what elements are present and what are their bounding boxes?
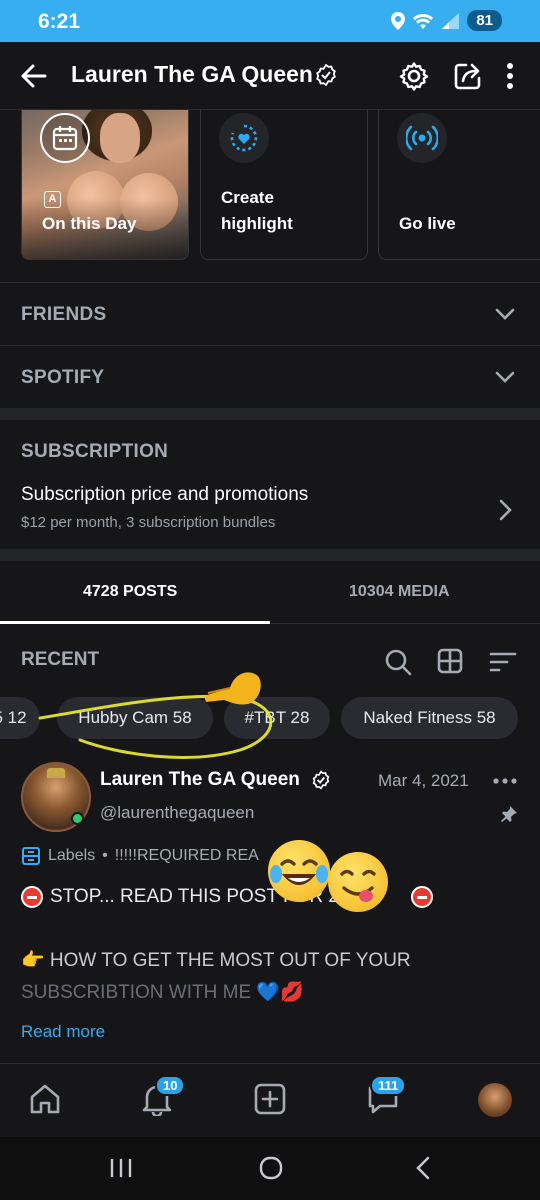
online-status-dot — [71, 812, 84, 825]
friends-section[interactable]: FRIENDS — [0, 282, 540, 345]
subscription-title: Subscription price and promotions — [21, 484, 309, 505]
section-header: SUBSCRIPTION — [21, 441, 169, 462]
pin-icon — [501, 806, 517, 822]
annotation-scribble — [38, 694, 273, 759]
notifications-badge: 10 — [155, 1075, 186, 1096]
post-text: 👉 HOW TO GET THE MOST OUT OF YOUR — [21, 950, 411, 971]
page-title: Lauren The GA Queen — [71, 61, 313, 87]
highlight-on-this-day[interactable]: A On this Day — [21, 110, 189, 260]
more-vertical-icon[interactable] — [503, 61, 517, 91]
highlight-label: On this Day — [42, 214, 137, 233]
live-broadcast-icon — [397, 113, 447, 163]
photo-face — [100, 113, 140, 163]
status-bar: 6:21 81 — [0, 0, 540, 42]
bottom-navigation: 10 111 — [0, 1063, 540, 1137]
stop-sign-icon — [410, 886, 433, 908]
read-more-link[interactable]: Read more — [21, 1022, 105, 1042]
spotify-section[interactable]: SPOTIFY — [0, 345, 540, 408]
recent-apps-icon[interactable] — [109, 1157, 133, 1179]
stop-sign-icon — [21, 886, 43, 908]
chevron-right-icon — [499, 499, 512, 521]
highlights-row: A On this Day Create highlight Go live — [0, 110, 540, 282]
verified-badge-icon — [316, 63, 336, 87]
letter-badge: A — [44, 191, 61, 208]
back-arrow-icon[interactable] — [20, 62, 48, 90]
back-chevron-icon[interactable] — [414, 1156, 432, 1180]
battery-indicator: 81 — [467, 10, 502, 31]
highlight-create[interactable]: Create highlight — [200, 110, 368, 260]
highlight-label: highlight — [221, 214, 293, 233]
post-author-name[interactable]: Lauren The GA Queen — [100, 769, 300, 791]
post-text-faded: SUBSCRIBTION WITH ME 💙💋 — [21, 982, 304, 1003]
tab-media[interactable]: 10304 MEDIA — [349, 583, 450, 601]
share-icon[interactable] — [453, 61, 483, 91]
settings-gear-icon[interactable] — [399, 61, 429, 91]
top-app-bar: Lauren The GA Queen — [0, 42, 540, 110]
label-icon — [22, 847, 40, 865]
heart-circle-icon — [219, 113, 269, 163]
status-icons: 81 — [391, 10, 502, 31]
chevron-down-icon — [495, 371, 515, 383]
active-tab-indicator — [0, 621, 270, 624]
yum-emoji-icon — [328, 852, 388, 912]
verified-badge-icon — [312, 770, 330, 790]
status-time: 6:21 — [38, 10, 81, 33]
highlight-go-live[interactable]: Go live — [378, 110, 540, 260]
messages-badge: 111 — [370, 1075, 407, 1096]
laughing-emoji-icon — [268, 840, 330, 902]
tab-posts[interactable]: 4728 POSTS — [83, 583, 177, 601]
system-navigation-bar — [0, 1137, 540, 1200]
wifi-icon — [413, 13, 434, 29]
labels-title: Labels — [48, 847, 96, 864]
home-icon[interactable] — [28, 1082, 62, 1116]
labels-separator: • — [102, 847, 108, 864]
labels-value: !!!!!REQUIRED REA — [114, 847, 259, 864]
more-horizontal-icon[interactable] — [492, 771, 518, 791]
post-date: Mar 4, 2021 — [378, 771, 469, 790]
highlight-label: Go live — [399, 214, 456, 233]
section-divider — [0, 408, 540, 420]
home-circle-icon[interactable] — [259, 1156, 283, 1180]
post-labels-row[interactable]: Labels • !!!!!REQUIRED REA — [21, 846, 259, 866]
location-icon — [391, 11, 406, 30]
pointing-hand-icon — [204, 672, 261, 705]
signal-icon — [441, 12, 460, 29]
section-divider — [0, 549, 540, 561]
section-header: FRIENDS — [21, 304, 107, 325]
subscription-description: $12 per month, 3 subscription bundles — [21, 514, 276, 531]
calendar-icon — [40, 113, 90, 163]
section-header: SPOTIFY — [21, 367, 105, 388]
content-tabs: 4728 POSTS 10304 MEDIA — [0, 562, 540, 624]
profile-avatar[interactable] — [478, 1083, 512, 1117]
post-author-handle[interactable]: @laurenthegaqueen — [100, 803, 254, 823]
chevron-down-icon — [495, 308, 515, 320]
highlight-label: Create — [221, 188, 274, 207]
add-post-icon[interactable] — [253, 1082, 287, 1116]
